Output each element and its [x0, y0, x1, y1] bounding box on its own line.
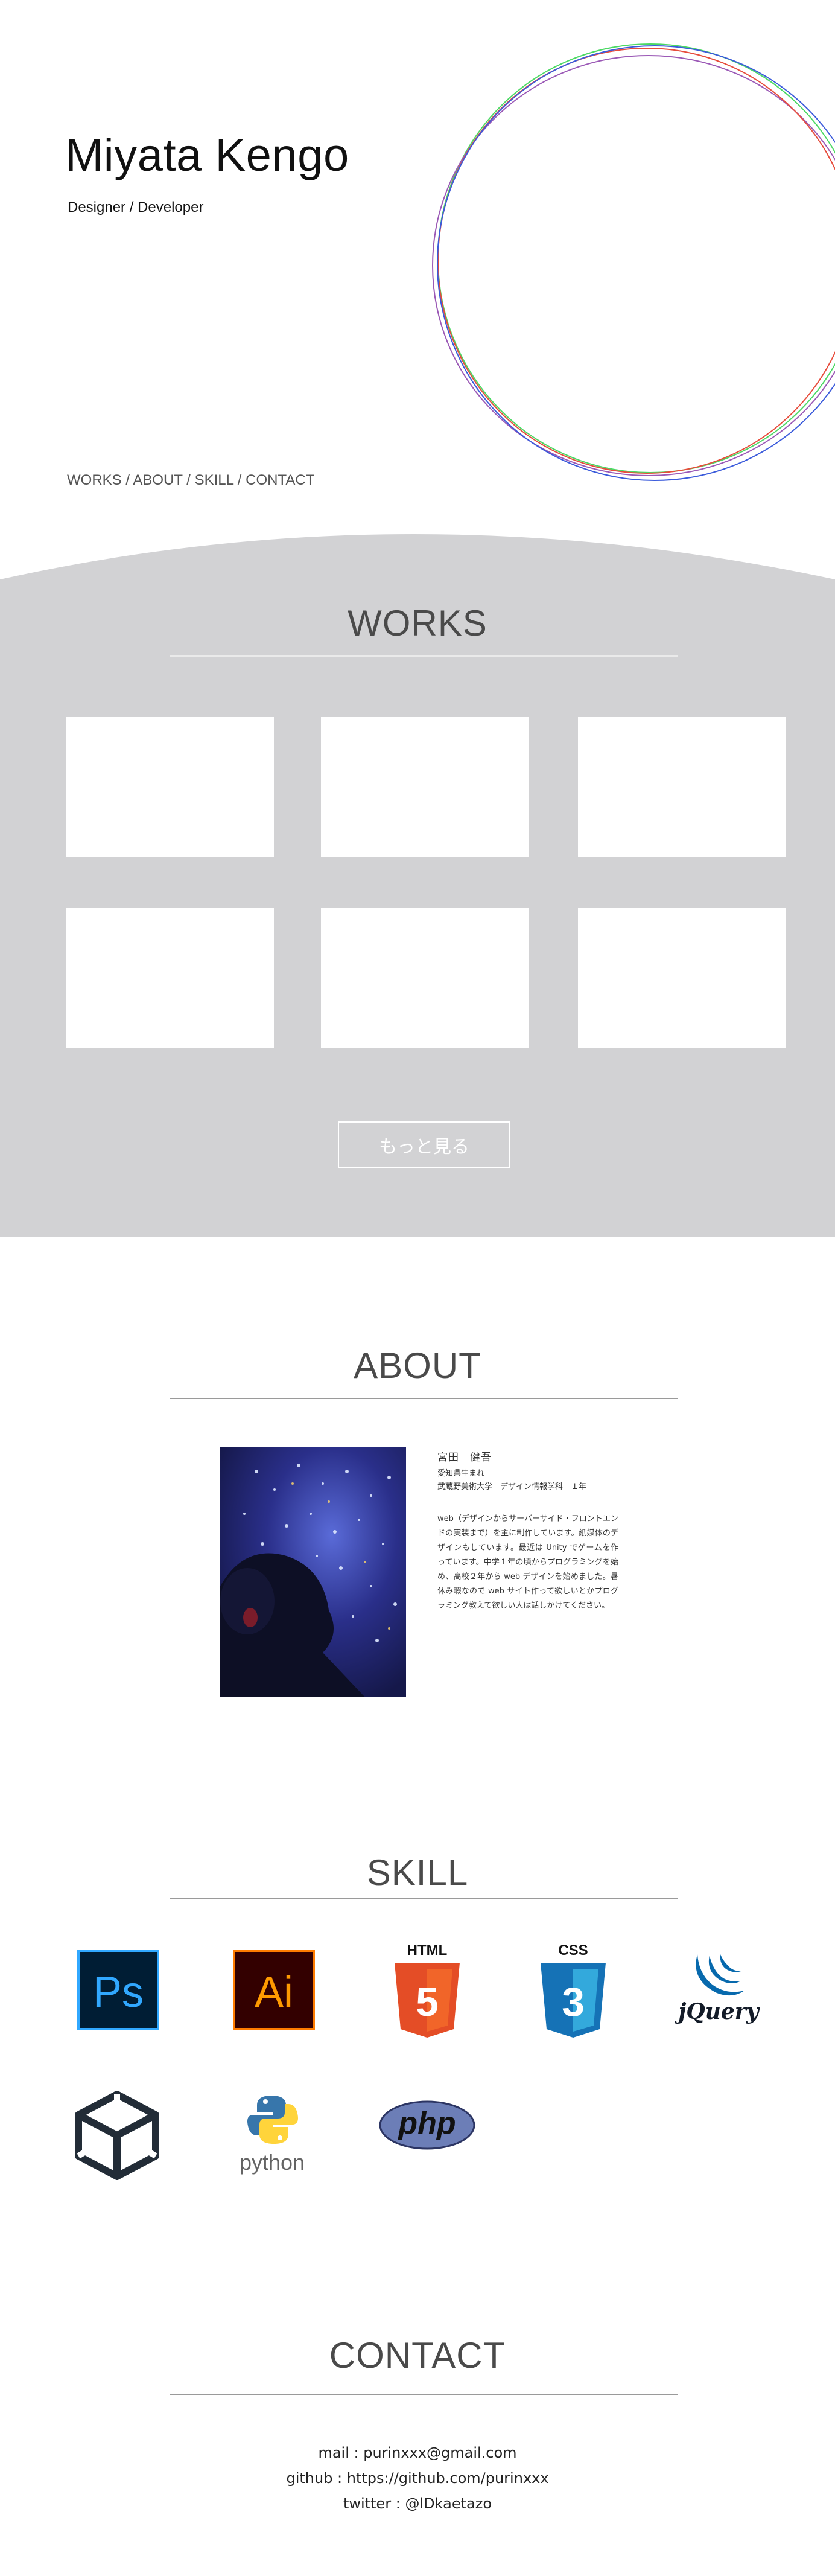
about-bio: web（デザインからサーバーサイド・フロントエンドの実装まで）を主に制作していま… [437, 1514, 618, 1610]
unity-logo-icon [75, 2091, 159, 2180]
nav-separator: / [121, 472, 133, 488]
work-card[interactable] [578, 908, 786, 1048]
work-card[interactable] [578, 717, 786, 857]
php-icon-label: php [398, 2106, 456, 2141]
contact-twitter[interactable]: twitter : @lDkaetazo [0, 2495, 835, 2512]
skill-title: SKILL [366, 1852, 469, 1893]
photoshop-icon: Ps [77, 1950, 159, 2030]
about-divider [170, 1398, 678, 1399]
profile-photo [220, 1447, 406, 1697]
decorative-circle-red [437, 48, 835, 474]
unity-icon [72, 2091, 162, 2180]
contact-github[interactable]: github : https://github.com/purinxxx [0, 2470, 835, 2487]
about-school: 武蔵野美術大学 デザイン情報学科 １年 [437, 1482, 587, 1491]
about-text: 宮田 健吾 愛知県生まれ 武蔵野美術大学 デザイン情報学科 １年 web（デザイ… [437, 1449, 618, 1613]
nav-link-works[interactable]: WORKS [67, 472, 122, 488]
decorative-circles-graphic [432, 43, 835, 481]
about-title: ABOUT [354, 1345, 481, 1386]
main-nav: WORKS / ABOUT / SKILL / CONTACT [67, 472, 314, 489]
html5-badge: 5 [416, 1979, 439, 2025]
work-card[interactable] [66, 717, 274, 857]
jquery-swoosh-icon [696, 1954, 745, 1996]
html5-icon-label: HTML [407, 1942, 448, 1959]
skill-divider [170, 1898, 678, 1899]
work-card[interactable] [66, 908, 274, 1048]
nav-link-skill[interactable]: SKILL [195, 472, 234, 488]
about-birthplace: 愛知県生まれ [437, 1469, 485, 1478]
works-title: WORKS [348, 603, 487, 643]
jquery-icon-label: jQuery [678, 1999, 759, 2024]
html5-icon: HTML 5 [392, 1942, 462, 2039]
decorative-circle-green [437, 43, 835, 473]
css3-icon: CSS 3 [538, 1942, 608, 2039]
about-name: 宮田 健吾 [437, 1452, 492, 1464]
more-works-button[interactable]: もっと見る [338, 1121, 510, 1168]
work-card[interactable] [321, 908, 529, 1048]
photoshop-icon-label: Ps [92, 1968, 144, 2016]
jquery-icon: jQuery [673, 1951, 764, 2034]
illustrator-icon-label: Ai [254, 1968, 294, 2016]
works-divider [170, 655, 678, 657]
nav-link-about[interactable]: ABOUT [133, 472, 182, 488]
css3-icon-label: CSS [558, 1942, 588, 1959]
hero-subtitle: Designer / Developer [68, 199, 204, 215]
contact-mail[interactable]: mail : purinxxx@gmail.com [0, 2444, 835, 2461]
python-icon: python [233, 2094, 311, 2185]
work-card[interactable] [321, 717, 529, 857]
nav-separator: / [182, 472, 195, 488]
python-snakes-icon [247, 2096, 298, 2144]
python-icon-label: python [239, 2150, 305, 2175]
nav-separator: / [233, 472, 246, 488]
css3-badge: 3 [562, 1979, 585, 2025]
nav-link-contact[interactable]: CONTACT [246, 472, 314, 488]
php-icon: php [379, 2100, 475, 2150]
page-title: Miyata Kengo [65, 130, 349, 181]
contact-divider [170, 2394, 678, 2395]
illustrator-icon: Ai [233, 1950, 315, 2030]
contact-title: CONTACT [329, 2335, 506, 2376]
